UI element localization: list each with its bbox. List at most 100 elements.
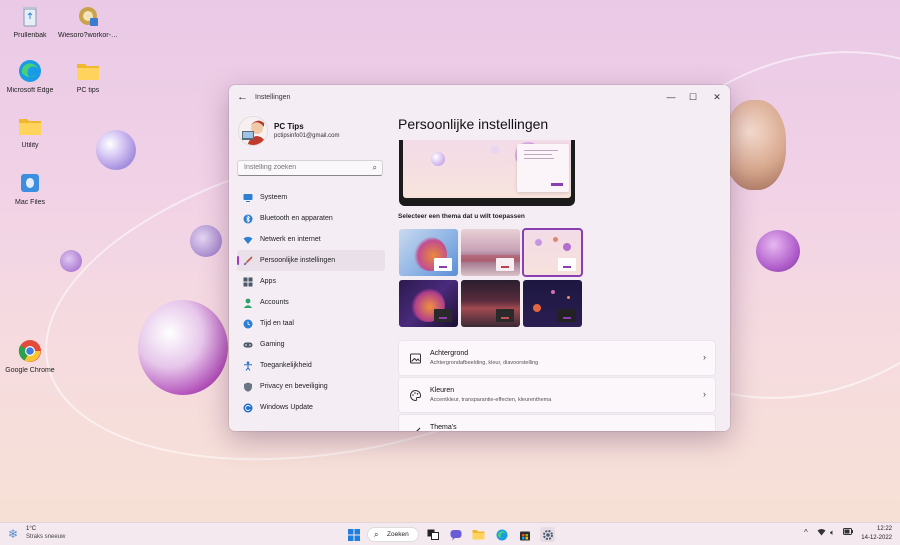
- chevron-right-icon: ›: [703, 352, 706, 362]
- edge-button[interactable]: [494, 527, 509, 542]
- settings-button[interactable]: [540, 527, 555, 542]
- weather-temperature: 1°C: [26, 526, 37, 532]
- folder-icon: [472, 530, 485, 540]
- theme-planet: [551, 290, 555, 294]
- theme-section-label: Selecteer een thema dat u wilt toepassen: [398, 213, 525, 220]
- theme-grid: [399, 228, 587, 327]
- mac-files-icon: [17, 170, 43, 196]
- apps-icon: [243, 277, 253, 287]
- brush-icon: [243, 255, 253, 266]
- theme-option-windows-dark[interactable]: [399, 280, 458, 327]
- window-title: Instellingen: [255, 94, 291, 101]
- nav-item-toegankelijkheid[interactable]: Toegankelijkheid: [237, 355, 385, 376]
- minimize-button[interactable]: —: [660, 89, 682, 105]
- monitor-icon: [243, 193, 253, 203]
- windows-logo-icon: [347, 528, 360, 541]
- brush-icon: [410, 427, 421, 431]
- desktop-icon-label: Microsoft Edge: [6, 87, 54, 94]
- avatar[interactable]: [238, 116, 268, 146]
- nav-item-label: Bluetooth en apparaten: [260, 215, 333, 222]
- accessibility-icon: [243, 361, 253, 371]
- card-subtitle: Accentkleur, transparantie-effecten, kle…: [430, 397, 552, 403]
- nav-item-accounts[interactable]: Accounts: [237, 292, 385, 313]
- theme-option-current[interactable]: [522, 228, 583, 277]
- wallpaper-planet: [724, 100, 786, 190]
- nav-item-apps[interactable]: Apps: [237, 271, 385, 292]
- settings-nav: Systeem Bluetooth en apparaten Netwerk e…: [237, 187, 385, 418]
- folder-icon: [75, 58, 101, 84]
- desktop-icon-chrome[interactable]: Google Chrome: [0, 338, 60, 374]
- desktop-icon-utility[interactable]: Utility: [0, 113, 60, 149]
- search-icon[interactable]: ⌕: [373, 163, 377, 173]
- maximize-button[interactable]: ☐: [682, 89, 704, 105]
- file-explorer-button[interactable]: [471, 527, 486, 542]
- chevron-up-icon[interactable]: ^: [804, 528, 808, 537]
- search-input[interactable]: [244, 164, 364, 171]
- theme-option-space-dark[interactable]: [523, 280, 582, 327]
- clock-date: 14-12-2022: [861, 535, 892, 541]
- wallpaper-planet: [190, 225, 222, 257]
- title-bar: ← Instellingen — ☐ ✕: [229, 85, 730, 111]
- card-themas[interactable]: Thema's: [398, 414, 716, 431]
- task-view-button[interactable]: [425, 527, 440, 542]
- preview-planet: [431, 152, 445, 166]
- wallpaper-planet: [756, 230, 800, 272]
- chrome-icon: [17, 338, 43, 364]
- nav-item-label: Tijd en taal: [260, 320, 294, 327]
- desktop-icon-label: Mac Files: [15, 199, 45, 206]
- nav-item-gaming[interactable]: Gaming: [237, 334, 385, 355]
- close-button[interactable]: ✕: [706, 89, 728, 105]
- wifi-icon[interactable]: [817, 528, 826, 538]
- image-icon: [410, 353, 421, 364]
- theme-planet: [563, 243, 571, 251]
- taskbar-clock[interactable]: 12:22 14-12-2022: [861, 525, 892, 543]
- desktop-icon-edge[interactable]: Microsoft Edge: [0, 58, 60, 94]
- palette-icon: [410, 390, 421, 401]
- profile-name: PC Tips: [274, 122, 304, 131]
- recycle-bin-icon: [17, 3, 43, 29]
- nav-item-label: Windows Update: [260, 404, 313, 411]
- theme-preview-screen: [403, 140, 571, 198]
- card-achtergrond[interactable]: Achtergrond Achtergrondafbeelding, kleur…: [398, 340, 716, 376]
- bluetooth-icon: [243, 214, 253, 224]
- card-title: Kleuren: [430, 387, 455, 394]
- snowflake-icon: ❄: [8, 527, 19, 541]
- nav-item-label: Persoonlijke instellingen: [260, 257, 336, 264]
- preview-window: [517, 144, 569, 192]
- start-button[interactable]: [346, 527, 361, 542]
- page-title: Persoonlijke instellingen: [398, 116, 549, 132]
- nav-item-tijd-en-taal[interactable]: Tijd en taal: [237, 313, 385, 334]
- network-icon: [243, 235, 253, 245]
- card-kleuren[interactable]: Kleuren Accentkleur, transparantie-effec…: [398, 377, 716, 413]
- theme-planet: [567, 296, 570, 299]
- weather-description: Straks sneeuw: [26, 534, 66, 540]
- desktop-icon-recycle-bin[interactable]: Prullenbak: [0, 3, 60, 39]
- settings-search[interactable]: ⌕: [237, 160, 383, 176]
- card-title: Thema's: [430, 424, 457, 431]
- nav-item-privacy[interactable]: Privacy en beveiliging: [237, 376, 385, 397]
- chevron-right-icon: ›: [703, 389, 706, 399]
- taskbar-search[interactable]: ⌕ Zoeken: [367, 527, 419, 542]
- nav-item-systeem[interactable]: Systeem: [237, 187, 385, 208]
- theme-option-windows-light[interactable]: [399, 229, 458, 276]
- nav-item-label: Accounts: [260, 299, 289, 306]
- desktop-icon-pc-tips[interactable]: PC tips: [58, 58, 118, 94]
- nav-item-label: Systeem: [260, 194, 288, 201]
- nav-item-bluetooth[interactable]: Bluetooth en apparaten: [237, 208, 385, 229]
- nav-item-netwerk[interactable]: Netwerk en internet: [237, 229, 385, 250]
- desktop-icon-mac-files[interactable]: Mac Files: [0, 170, 60, 206]
- theme-option-glow-dark[interactable]: [461, 280, 520, 327]
- theme-option-glow-light[interactable]: [461, 229, 520, 276]
- update-icon: [243, 403, 253, 413]
- chat-button[interactable]: [448, 527, 463, 542]
- profile-email: pctipsinfo01@gmail.com: [274, 133, 340, 139]
- volume-icon[interactable]: 🔈︎: [830, 528, 835, 538]
- nav-item-persoonlijke-instellingen[interactable]: Persoonlijke instellingen: [237, 250, 385, 271]
- app-icon: [75, 3, 101, 29]
- store-button[interactable]: [517, 527, 532, 542]
- battery-icon[interactable]: [843, 528, 853, 537]
- back-arrow-icon[interactable]: ←: [237, 91, 248, 103]
- shield-icon: [243, 382, 253, 392]
- nav-item-windows-update[interactable]: Windows Update: [237, 397, 385, 418]
- desktop-icon-app[interactable]: Wiesoro?workor-1...: [58, 3, 118, 39]
